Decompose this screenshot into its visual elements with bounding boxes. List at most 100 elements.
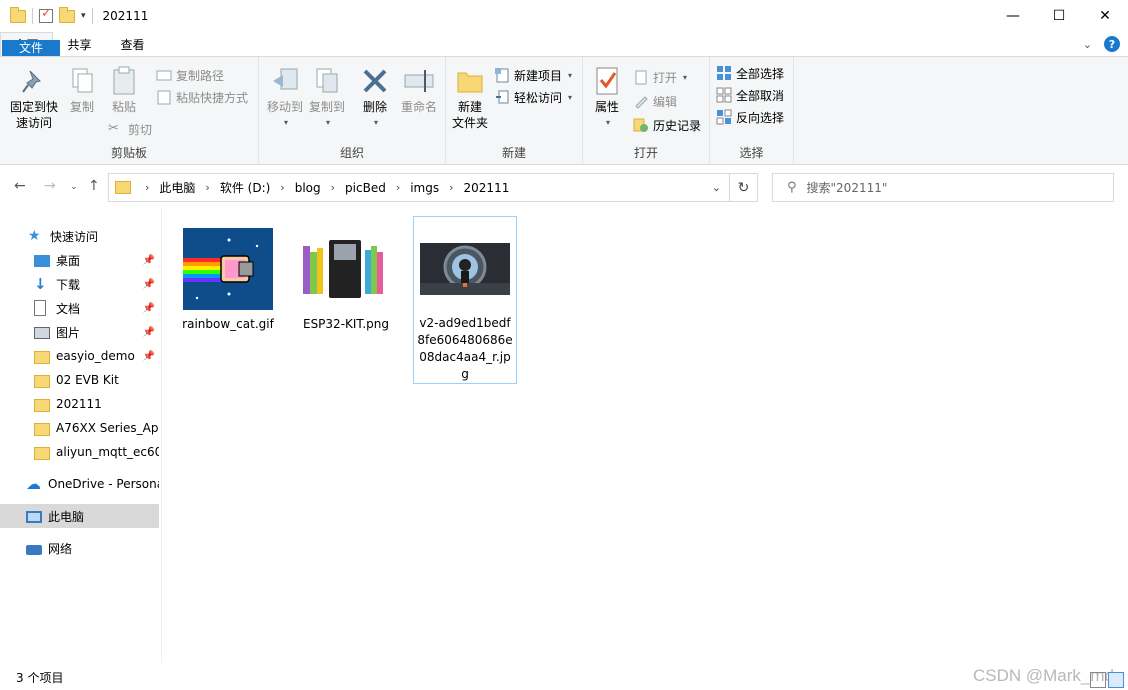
select-none-button[interactable]: 全部取消 <box>716 85 784 105</box>
window-controls: — ☐ ✕ <box>990 0 1128 32</box>
paste-shortcut-label: 粘贴快捷方式 <box>176 90 249 105</box>
open-group-label: 打开 <box>633 146 658 160</box>
pin-icon[interactable]: 📌 <box>143 303 155 314</box>
breadcrumb-drive[interactable]: 软件 (D:) <box>220 179 270 196</box>
refresh-icon[interactable]: ↻ <box>730 173 758 202</box>
copy-button[interactable]: 复制 <box>64 65 100 115</box>
easy-access-button[interactable]: 轻松访问 ▾ <box>494 87 572 107</box>
rename-button[interactable]: 重命名 <box>397 65 441 115</box>
nav-item-easyio-demo[interactable]: easyio_demo 📌 <box>0 344 159 368</box>
nav-this-pc[interactable]: 此电脑 <box>0 504 159 528</box>
nav-item-aliyun[interactable]: aliyun_mqtt_ec600 <box>0 440 159 464</box>
breadcrumb-separator[interactable]: › <box>280 181 284 194</box>
copy-to-label: 复制到 <box>308 100 345 114</box>
pin-to-quick-access-button[interactable]: 固定到快 速访问 <box>8 65 60 131</box>
properties-button[interactable]: 属性 ▾ <box>589 65 625 131</box>
paste-button[interactable]: 粘贴 <box>104 65 144 115</box>
nav-item-a76xx[interactable]: A76XX Series_App <box>0 416 159 440</box>
copy-path-button[interactable]: 复制路径 <box>156 65 224 85</box>
new-folder-button[interactable]: 新建 文件夹 <box>450 65 490 131</box>
breadcrumb-picbed[interactable]: picBed <box>345 181 386 195</box>
pin-icon[interactable]: 📌 <box>143 255 155 266</box>
copy-to-button[interactable]: 复制到 ▾ <box>307 65 347 131</box>
nav-item-documents[interactable]: 文档 📌 <box>0 296 159 320</box>
open-label: 打开 <box>653 70 678 85</box>
picture-icon <box>34 326 50 339</box>
breadcrumb-separator[interactable]: › <box>396 181 400 194</box>
file-item[interactable]: rainbow_cat.gif <box>176 216 280 333</box>
breadcrumb-separator[interactable]: › <box>331 181 335 194</box>
file-item-selected[interactable]: v2-ad9ed1bedf8fe606480686e08dac4aa4_r.jp… <box>413 216 517 384</box>
chevron-down-icon[interactable]: ⌄ <box>712 181 721 194</box>
cut-button[interactable]: ✂ 剪切 <box>108 119 152 139</box>
move-to-icon <box>269 65 301 97</box>
breadcrumb-separator[interactable]: › <box>449 181 453 194</box>
document-icon <box>34 300 46 316</box>
select-all-button[interactable]: 全部选择 <box>716 63 784 83</box>
new-folder-icon[interactable] <box>59 6 75 23</box>
new-item-icon <box>494 67 510 83</box>
back-arrow-icon[interactable]: ← <box>14 178 26 194</box>
nav-item-downloads[interactable]: ↓ 下载 📌 <box>0 272 159 296</box>
customize-toolbar-chevron-icon[interactable]: ▾ <box>81 11 86 21</box>
breadcrumb-current[interactable]: 202111 <box>464 181 510 195</box>
nav-this-pc-label: 此电脑 <box>48 509 85 524</box>
close-icon[interactable]: ✕ <box>1082 0 1128 32</box>
delete-button[interactable]: 删除 ▾ <box>357 65 393 131</box>
nav-item-02-evb-kit[interactable]: 02 EVB Kit <box>0 368 159 392</box>
new-folder-label-2: 文件夹 <box>451 116 488 130</box>
forward-arrow-icon[interactable]: → <box>44 178 56 194</box>
chevron-down-icon[interactable]: ⌄ <box>1083 38 1092 51</box>
up-arrow-icon[interactable]: ↑ <box>88 178 100 194</box>
breadcrumb-this-pc[interactable]: 此电脑 <box>159 179 195 196</box>
tab-file[interactable]: 文件 <box>2 40 60 57</box>
nav-quick-access[interactable]: ★ 快速访问 <box>0 224 159 248</box>
recent-locations-chevron-icon[interactable]: ⌄ <box>70 182 78 192</box>
desktop-icon <box>34 254 50 267</box>
paste-icon <box>108 65 140 97</box>
new-item-button[interactable]: 新建项目 ▾ <box>494 65 572 85</box>
folder-icon <box>34 398 50 412</box>
open-group: 属性 ▾ 打开 ▾ 编辑 历史记录 打开 <box>583 57 710 165</box>
clipboard-group: 固定到快 速访问 复制 粘贴 复制路径 粘贴快捷方式 ✂ 剪切 剪贴板 <box>0 57 259 165</box>
new-group: 新建 文件夹 新建项目 ▾ 轻松访问 ▾ 新建 <box>446 57 583 165</box>
nav-item-label: 02 EVB Kit <box>56 373 119 387</box>
invert-selection-button[interactable]: 反向选择 <box>716 107 784 127</box>
properties-label: 属性 <box>594 100 619 114</box>
nav-item-label: 文档 <box>56 301 81 316</box>
easy-access-label: 轻松访问 <box>514 90 563 105</box>
maximize-icon[interactable]: ☐ <box>1036 0 1082 32</box>
nav-onedrive[interactable]: ☁ OneDrive - Persona <box>0 472 159 496</box>
search-input[interactable]: ⚲ 搜索"202111" <box>772 173 1114 202</box>
large-icons-view-icon[interactable] <box>1108 672 1124 688</box>
pin-icon[interactable]: 📌 <box>143 351 155 362</box>
search-placeholder: 搜索"202111" <box>806 181 888 195</box>
file-name: rainbow_cat.gif <box>182 317 274 331</box>
breadcrumb-blog[interactable]: blog <box>295 181 321 195</box>
nav-item-202111[interactable]: 202111 <box>0 392 159 416</box>
nav-item-pictures[interactable]: 图片 📌 <box>0 320 159 344</box>
folder-icon <box>34 422 50 436</box>
minimize-icon[interactable]: — <box>990 0 1036 32</box>
properties-check-icon[interactable] <box>39 6 53 23</box>
details-view-icon[interactable] <box>1090 672 1106 688</box>
breadcrumb-separator[interactable]: › <box>205 181 209 194</box>
easy-access-icon <box>494 89 510 105</box>
file-item[interactable]: ESP32-KIT.png <box>294 216 398 333</box>
invert-selection-label: 反向选择 <box>736 110 785 125</box>
breadcrumb-imgs[interactable]: imgs <box>410 181 439 195</box>
pin-icon[interactable]: 📌 <box>143 327 155 338</box>
history-button[interactable]: 历史记录 <box>633 115 701 135</box>
tab-share[interactable]: 共享 <box>53 32 106 56</box>
nav-network[interactable]: 网络 <box>0 536 159 560</box>
nav-item-desktop[interactable]: 桌面 📌 <box>0 248 159 272</box>
open-button[interactable]: 打开 ▾ <box>633 67 687 87</box>
copy-path-icon <box>156 67 172 83</box>
tab-view[interactable]: 查看 <box>106 32 159 56</box>
edit-button[interactable]: 编辑 <box>633 91 677 111</box>
help-icon[interactable]: ? <box>1104 36 1120 52</box>
address-bar[interactable]: › 此电脑 › 软件 (D:) › blog › picBed › imgs ›… <box>108 173 730 202</box>
paste-shortcut-button[interactable]: 粘贴快捷方式 <box>156 87 248 107</box>
pin-icon[interactable]: 📌 <box>143 279 155 290</box>
move-to-button[interactable]: 移动到 ▾ <box>263 65 307 131</box>
